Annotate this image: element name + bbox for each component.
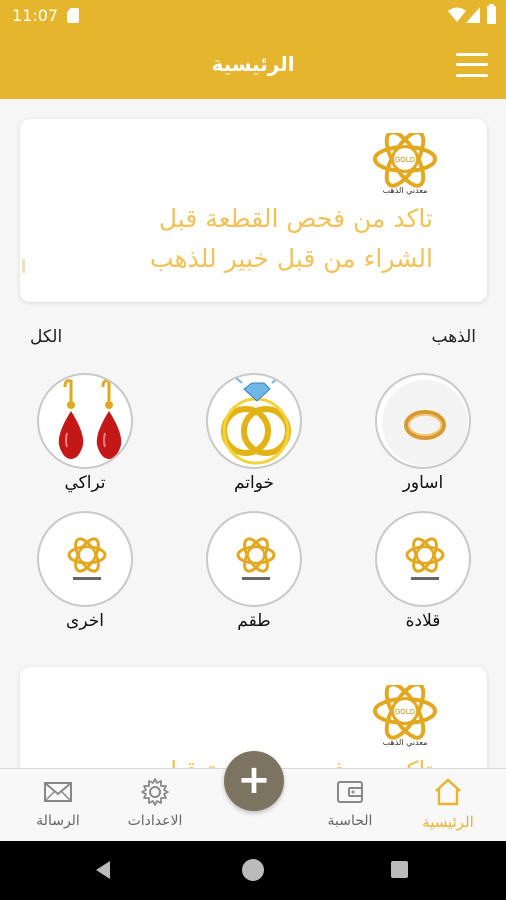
logo-text: GOLD <box>395 708 415 716</box>
signal-icon <box>466 7 480 23</box>
logo-caption: معدني الذهب <box>383 186 428 195</box>
category-earrings[interactable]: تراكي <box>30 373 140 503</box>
nav-calculator[interactable]: الحاسبة <box>300 769 400 842</box>
wallet-icon <box>337 781 363 803</box>
nav-home[interactable]: الرئيسية <box>398 769 498 842</box>
home-button-icon[interactable] <box>242 859 264 881</box>
battery-icon <box>487 4 496 24</box>
nav-message[interactable]: الرسالة <box>8 769 108 842</box>
nav-label: الرئيسية <box>422 813 474 831</box>
gold-logo-icon <box>375 511 471 607</box>
category-other[interactable]: اخرى <box>30 511 140 641</box>
bracelet-icon <box>375 373 471 469</box>
category-label: خواتم <box>233 473 275 493</box>
back-icon[interactable] <box>96 861 110 879</box>
section-title: الذهب <box>431 327 476 347</box>
gold-logo-icon <box>206 511 302 607</box>
category-sets[interactable]: طقم <box>199 511 309 641</box>
add-button[interactable]: + <box>224 751 284 811</box>
gold-logo-icon: GOLD معدني الذهب <box>373 685 437 747</box>
nav-settings[interactable]: الاعدادات <box>105 769 205 842</box>
gear-icon <box>141 778 169 806</box>
category-label: اساور <box>402 473 444 493</box>
gold-logo-icon <box>37 511 133 607</box>
view-all-link[interactable]: الكل <box>30 327 62 347</box>
category-rings[interactable]: خواتم <box>199 373 309 503</box>
sd-card-icon <box>67 8 79 23</box>
wifi-icon <box>448 7 466 22</box>
status-time: 11:07 <box>12 6 59 25</box>
logo-caption: معدني الذهب <box>383 738 428 747</box>
gold-logo-icon: GOLD معدني الذهب <box>373 133 437 195</box>
recent-apps-icon[interactable] <box>391 861 408 878</box>
ring-icon <box>206 373 302 469</box>
plus-icon: + <box>237 757 271 803</box>
category-necklaces[interactable]: قلادة <box>368 511 478 641</box>
category-label: تراكي <box>64 473 106 493</box>
category-label: قلادة <box>405 611 441 631</box>
menu-icon[interactable] <box>456 52 488 78</box>
system-navigation-bar <box>0 841 506 900</box>
nav-label: الحاسبة <box>327 813 373 829</box>
banner-text: تاكد من فحص القطعة قبل الشراء من قبل خبي… <box>149 204 433 273</box>
page-title: الرئيسية <box>211 52 295 76</box>
home-icon <box>435 778 461 806</box>
banner-edge <box>22 259 25 273</box>
earrings-icon <box>37 373 133 469</box>
app-bar: الرئيسية <box>0 32 506 99</box>
logo-text: GOLD <box>395 156 415 164</box>
category-bracelets[interactable]: اساور <box>368 373 478 503</box>
mail-icon <box>44 782 72 802</box>
category-label: اخرى <box>66 611 104 631</box>
nav-label: الاعدادات <box>127 813 183 829</box>
promo-banner[interactable]: GOLD معدني الذهب تاكد من فحص القطعة قبل … <box>20 119 487 302</box>
category-label: طقم <box>237 611 271 631</box>
status-bar: 11:07 <box>0 0 506 32</box>
nav-label: الرسالة <box>36 813 80 829</box>
